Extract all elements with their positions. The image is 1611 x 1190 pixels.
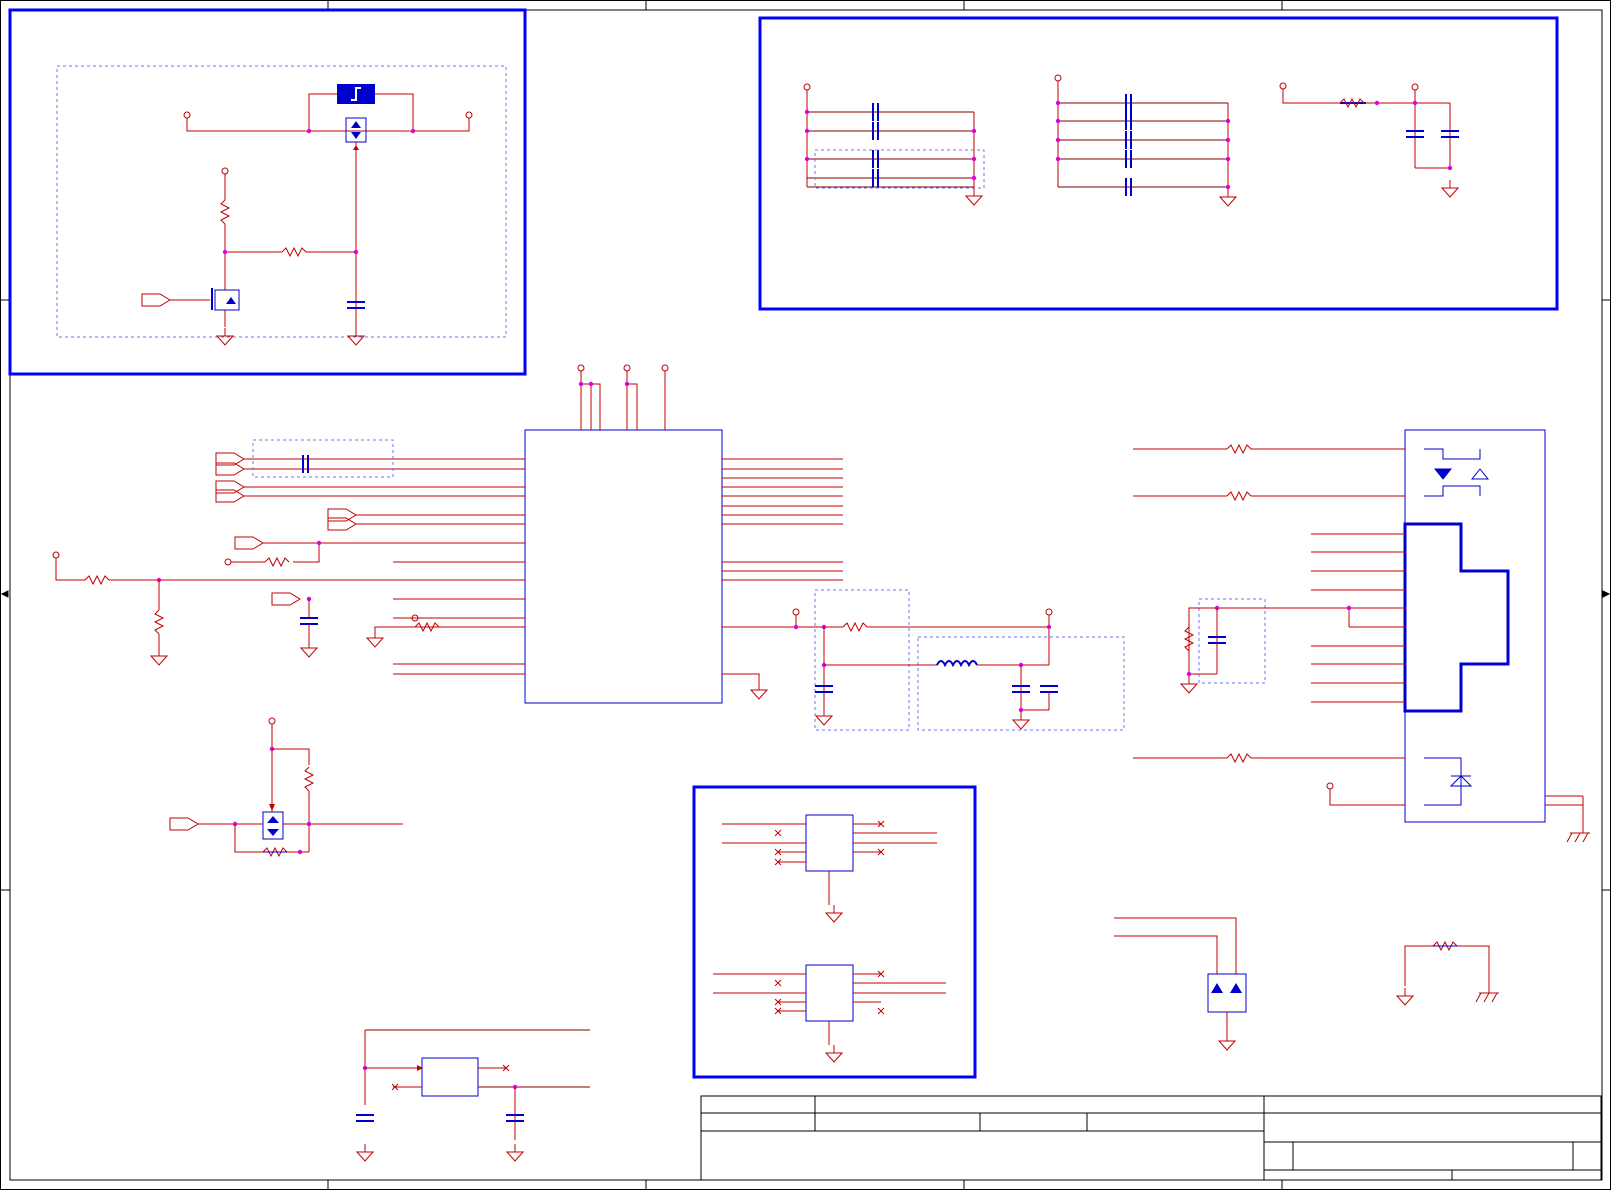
esd-diode-array	[1114, 917, 1247, 1051]
osc-icon	[421, 1057, 479, 1097]
decoupling-block	[758, 16, 1559, 311]
power-switch-block	[8, 8, 527, 376]
ic-u2-icon	[805, 964, 854, 1022]
title-block	[700, 1095, 1602, 1181]
rj45-connector	[1133, 429, 1591, 843]
dual-ic-block	[692, 785, 977, 1079]
ic-u1-icon	[805, 814, 854, 872]
oscillator-block	[355, 1029, 590, 1162]
main-ic	[52, 364, 843, 704]
chassis-jumper	[1396, 941, 1500, 1006]
schematic-sheet	[0, 0, 1611, 1190]
pmos-block	[169, 717, 403, 857]
lc-filter	[792, 589, 1125, 731]
nmos-icon	[214, 289, 240, 311]
led-icon	[1424, 448, 1490, 497]
